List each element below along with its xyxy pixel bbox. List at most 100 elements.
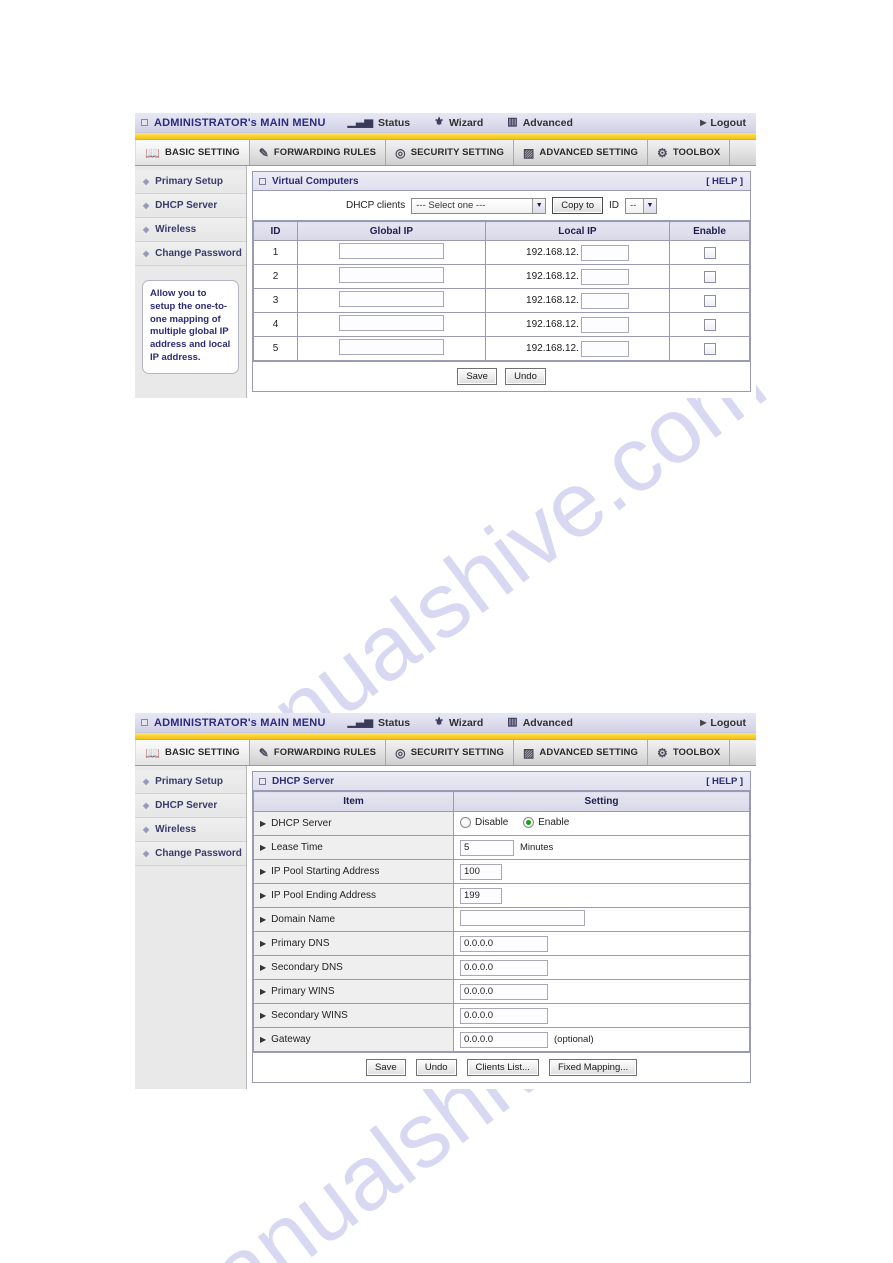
nav-status[interactable]: ▁▃▅ Status bbox=[348, 117, 410, 129]
triangle-right-icon: ▶ bbox=[260, 1011, 267, 1020]
sidebar-item-change-password[interactable]: ◆ Change Password bbox=[135, 242, 246, 266]
setting-item-label: IP Pool Ending Address bbox=[271, 890, 377, 901]
sidebar-item-primary-setup[interactable]: ◆ Primary Setup bbox=[135, 170, 246, 194]
local-ip-input[interactable] bbox=[580, 244, 629, 261]
local-ip-input[interactable] bbox=[580, 292, 629, 309]
tab-forwarding-rules-label: FORWARDING RULES bbox=[273, 147, 377, 158]
global-ip-cell bbox=[297, 240, 486, 265]
tab-forwarding-rules[interactable]: ✎ FORWARDING RULES bbox=[250, 740, 387, 765]
tab-basic-setting[interactable]: 📖 BASIC SETTING bbox=[135, 740, 250, 765]
sidebar-item-change-password[interactable]: ◆ Change Password bbox=[135, 842, 246, 866]
global-ip-input[interactable] bbox=[338, 267, 444, 283]
disable-radio-option[interactable]: Disable bbox=[460, 816, 508, 828]
global-ip-cell bbox=[297, 264, 486, 289]
primary-wins-input[interactable]: 0.0.0.0 bbox=[460, 983, 548, 1000]
setting-item-cell: ▶ Secondary WINS bbox=[253, 1003, 454, 1028]
nav-status[interactable]: ▁▃▅ Status bbox=[348, 717, 410, 729]
table-row: ▶ Secondary WINS 0.0.0.0 bbox=[253, 1003, 750, 1028]
sidebar-item-label: Wireless bbox=[155, 224, 197, 235]
tab-advanced-setting-label: ADVANCED SETTING bbox=[539, 747, 638, 758]
local-ip-prefix: 192.168.12. bbox=[526, 295, 579, 306]
wizard-icon: ⚜ bbox=[434, 716, 444, 728]
logout-button[interactable]: ▶ Logout bbox=[700, 717, 746, 729]
clients-list-button[interactable]: Clients List... bbox=[466, 1059, 539, 1076]
global-ip-input[interactable] bbox=[338, 315, 444, 331]
sidebar-help-box: Allow you to setup the one-to-one mappin… bbox=[142, 280, 239, 374]
setting-item-cell: ▶ Domain Name bbox=[253, 907, 454, 932]
tab-toolbox[interactable]: ⚙ TOOLBOX bbox=[648, 740, 731, 765]
tab-advanced-setting[interactable]: ▨ ADVANCED SETTING bbox=[514, 740, 648, 765]
help-link[interactable]: [ HELP ] bbox=[706, 776, 743, 787]
tab-strip: 📖 BASIC SETTING ✎ FORWARDING RULES ◎ SEC… bbox=[135, 140, 756, 166]
column-header-local-ip: Local IP bbox=[484, 221, 671, 241]
setting-item-label: Domain Name bbox=[271, 914, 336, 925]
sidebar-item-primary-setup[interactable]: ◆ Primary Setup bbox=[135, 770, 246, 794]
fixed-mapping-button[interactable]: Fixed Mapping... bbox=[548, 1059, 638, 1076]
sidebar-item-dhcp-server[interactable]: ◆ DHCP Server bbox=[135, 794, 246, 818]
local-ip-input[interactable] bbox=[580, 340, 629, 357]
global-ip-input[interactable] bbox=[338, 291, 444, 307]
gateway-input[interactable]: 0.0.0.0 bbox=[460, 1031, 548, 1048]
table-row: ▶ Primary WINS 0.0.0.0 bbox=[253, 979, 750, 1004]
page-title: ADMINISTRATOR's MAIN MENU bbox=[154, 716, 326, 729]
sidebar-item-wireless[interactable]: ◆ Wireless bbox=[135, 818, 246, 842]
id-select[interactable]: -- ▼ bbox=[625, 197, 658, 214]
setting-item-label: Secondary DNS bbox=[271, 962, 343, 973]
nav-advanced[interactable]: ▥ Advanced bbox=[507, 117, 573, 129]
triangle-right-icon: ▶ bbox=[260, 867, 267, 876]
enable-checkbox[interactable] bbox=[703, 318, 716, 331]
id-value: -- bbox=[630, 200, 637, 211]
enable-checkbox[interactable] bbox=[703, 294, 716, 307]
secondary-dns-input[interactable]: 0.0.0.0 bbox=[460, 959, 548, 976]
primary-dns-input[interactable]: 0.0.0.0 bbox=[460, 935, 548, 952]
lease-time-input[interactable]: 5 bbox=[460, 839, 514, 856]
setting-value-cell: 0.0.0.0 bbox=[453, 955, 750, 980]
admin-top-bar: ADMINISTRATOR's MAIN MENU ▁▃▅ Status ⚜ W… bbox=[135, 113, 756, 133]
help-link[interactable]: [ HELP ] bbox=[706, 176, 743, 187]
tab-toolbox[interactable]: ⚙ TOOLBOX bbox=[648, 140, 731, 165]
secondary-wins-input[interactable]: 0.0.0.0 bbox=[460, 1007, 548, 1024]
local-ip-prefix: 192.168.12. bbox=[526, 319, 579, 330]
tab-strip: 📖 BASIC SETTING ✎ FORWARDING RULES ◎ SEC… bbox=[135, 740, 756, 766]
dhcp-clients-select[interactable]: --- Select one --- ▼ bbox=[411, 197, 547, 214]
chevron-down-icon: ▼ bbox=[532, 198, 546, 213]
local-ip-input[interactable] bbox=[580, 268, 629, 285]
global-ip-input[interactable] bbox=[338, 339, 444, 355]
tab-security-setting[interactable]: ◎ SECURITY SETTING bbox=[386, 740, 514, 765]
enable-radio-option[interactable]: Enable bbox=[523, 816, 569, 828]
nav-wizard[interactable]: ⚜ Wizard bbox=[434, 117, 483, 129]
tab-advanced-setting[interactable]: ▨ ADVANCED SETTING bbox=[514, 140, 648, 165]
panel-title: DHCP Server bbox=[272, 775, 335, 787]
ip-pool-end-input[interactable]: 199 bbox=[460, 887, 502, 904]
enable-checkbox[interactable] bbox=[703, 270, 716, 283]
status-icon: ▁▃▅ bbox=[347, 716, 373, 728]
tab-security-setting[interactable]: ◎ SECURITY SETTING bbox=[386, 140, 514, 165]
gear-icon: ⚙ bbox=[656, 145, 668, 160]
tab-basic-setting[interactable]: 📖 BASIC SETTING bbox=[135, 140, 250, 165]
undo-button[interactable]: Undo bbox=[415, 1059, 457, 1076]
nav-advanced[interactable]: ▥ Advanced bbox=[507, 717, 573, 729]
global-ip-cell bbox=[297, 288, 486, 313]
tab-forwarding-rules[interactable]: ✎ FORWARDING RULES bbox=[250, 140, 387, 165]
copy-to-button[interactable]: Copy to bbox=[552, 197, 604, 214]
tab-forwarding-rules-label: FORWARDING RULES bbox=[273, 747, 377, 758]
table-row: ▶ Secondary DNS 0.0.0.0 bbox=[253, 955, 750, 980]
undo-button[interactable]: Undo bbox=[505, 368, 546, 385]
save-button[interactable]: Save bbox=[457, 368, 498, 385]
setting-item-label: Primary DNS bbox=[271, 938, 330, 949]
nav-wizard[interactable]: ⚜ Wizard bbox=[434, 717, 483, 729]
ip-pool-start-input[interactable]: 100 bbox=[460, 863, 502, 880]
radio-icon-selected bbox=[523, 816, 535, 828]
enable-checkbox[interactable] bbox=[703, 342, 716, 355]
setting-item-cell: ▶ DHCP Server bbox=[253, 811, 454, 836]
sidebar-item-dhcp-server[interactable]: ◆ DHCP Server bbox=[135, 194, 246, 218]
logout-button[interactable]: ▶ Logout bbox=[700, 117, 746, 129]
domain-name-input[interactable] bbox=[460, 910, 585, 926]
local-ip-input[interactable] bbox=[580, 316, 629, 333]
sidebar-item-label: Change Password bbox=[155, 248, 242, 259]
sidebar-item-wireless[interactable]: ◆ Wireless bbox=[135, 218, 246, 242]
save-button[interactable]: Save bbox=[365, 1059, 406, 1076]
global-ip-input[interactable] bbox=[338, 243, 444, 259]
sidebar-item-label: Wireless bbox=[155, 824, 197, 835]
enable-checkbox[interactable] bbox=[703, 246, 716, 259]
